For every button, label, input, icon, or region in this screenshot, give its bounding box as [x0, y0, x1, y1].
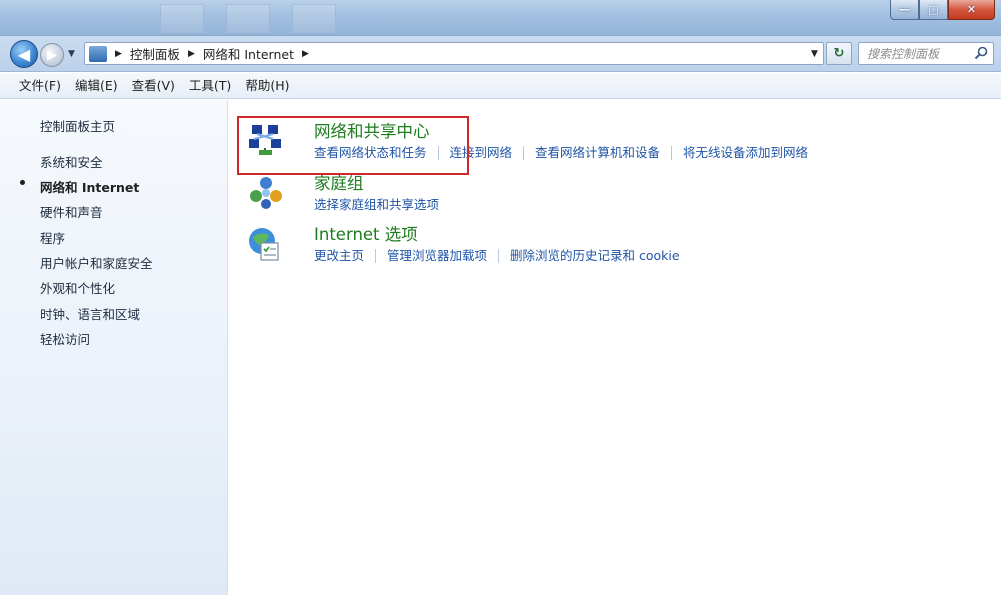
address-history-dropdown[interactable]: ▼	[806, 43, 823, 64]
category-internet-options: Internet 选项 更改主页 管理浏览器加载项 删除浏览的历史记录和 coo…	[247, 225, 987, 265]
menu-help[interactable]: 帮助(H)	[238, 73, 296, 99]
task-separator	[375, 249, 377, 263]
breadcrumb-separator-icon[interactable]: ▶	[302, 49, 309, 59]
sidebar-item-hardware-sound[interactable]: 硬件和声音	[40, 202, 103, 221]
task-separator	[437, 146, 439, 160]
breadcrumb-separator-icon[interactable]: ▶	[188, 49, 195, 59]
breadcrumb-control-panel[interactable]: 控制面板	[130, 44, 180, 63]
minimize-button[interactable]: —	[890, 0, 919, 20]
menu-tools[interactable]: 工具(T)	[182, 73, 238, 99]
maximize-button[interactable]: □	[919, 0, 948, 20]
category-title-network-sharing-center[interactable]: 网络和共享中心	[314, 122, 430, 142]
menu-view[interactable]: 查看(V)	[125, 73, 182, 99]
sidebar	[0, 100, 228, 595]
forward-arrow-icon: ▶	[47, 47, 57, 63]
menu-bar: 文件(F) 编辑(E) 查看(V) 工具(T) 帮助(H)	[0, 73, 1001, 99]
window-controls: — □ ✕	[890, 0, 995, 20]
sidebar-item-system-security[interactable]: 系统和安全	[40, 152, 103, 171]
search-icon[interactable]	[974, 46, 988, 60]
sidebar-item-clock-language[interactable]: 时钟、语言和区域	[40, 304, 140, 323]
task-view-network-computers[interactable]: 查看网络计算机和设备	[535, 145, 660, 161]
thumbnail	[292, 4, 336, 34]
task-links: 查看网络状态和任务 连接到网络 查看网络计算机和设备 将无线设备添加到网络	[314, 145, 808, 161]
forward-button[interactable]: ▶	[40, 43, 64, 67]
back-button[interactable]: ◀	[10, 40, 38, 68]
task-homegroup-sharing-options[interactable]: 选择家庭组和共享选项	[314, 197, 439, 213]
category-homegroup: 家庭组 选择家庭组和共享选项	[247, 174, 987, 214]
sidebar-item-programs[interactable]: 程序	[40, 228, 65, 247]
sidebar-item-appearance[interactable]: 外观和个性化	[40, 278, 115, 297]
title-bar: — □ ✕	[0, 0, 1001, 36]
active-item-bullet-icon	[20, 180, 25, 185]
thumbnail	[160, 4, 204, 34]
refresh-button[interactable]: ↻	[826, 42, 852, 65]
breadcrumb-network-internet[interactable]: 网络和 Internet	[203, 44, 294, 63]
task-separator	[523, 146, 525, 160]
homegroup-icon	[250, 177, 282, 209]
back-arrow-icon: ◀	[17, 44, 31, 64]
task-links: 更改主页 管理浏览器加载项 删除浏览的历史记录和 cookie	[314, 248, 680, 264]
task-separator	[671, 146, 673, 160]
task-connect-to-network[interactable]: 连接到网络	[450, 145, 513, 161]
navigation-bar: ◀ ▶ ▼ ▶ 控制面板 ▶ 网络和 Internet ▶ ▼ ↻	[0, 36, 1001, 72]
sidebar-item-network-internet[interactable]: 网络和 Internet	[40, 177, 139, 196]
sidebar-item-ease-of-access[interactable]: 轻松访问	[40, 329, 90, 348]
sidebar-item-control-panel-home[interactable]: 控制面板主页	[40, 116, 115, 135]
title-bar-thumbnails	[160, 4, 336, 34]
main-content: 网络和共享中心 查看网络状态和任务 连接到网络 查看网络计算机和设备 将无线设备…	[229, 100, 1001, 595]
close-button[interactable]: ✕	[948, 0, 995, 20]
refresh-icon: ↻	[833, 46, 845, 61]
task-delete-browsing-history[interactable]: 删除浏览的历史记录和 cookie	[510, 248, 680, 264]
task-add-wireless-device[interactable]: 将无线设备添加到网络	[683, 145, 808, 161]
recent-pages-dropdown[interactable]: ▼	[68, 49, 75, 59]
category-title-internet-options[interactable]: Internet 选项	[314, 225, 418, 245]
task-view-network-status[interactable]: 查看网络状态和任务	[314, 145, 427, 161]
category-title-homegroup[interactable]: 家庭组	[314, 174, 364, 194]
control-panel-icon	[89, 45, 107, 62]
thumbnail	[226, 4, 270, 34]
sidebar-item-user-accounts[interactable]: 用户帐户和家庭安全	[40, 253, 153, 272]
category-network-sharing-center: 网络和共享中心 查看网络状态和任务 连接到网络 查看网络计算机和设备 将无线设备…	[247, 122, 987, 166]
task-change-home-page[interactable]: 更改主页	[314, 248, 364, 264]
menu-file[interactable]: 文件(F)	[12, 73, 68, 99]
network-sharing-center-icon	[249, 125, 281, 155]
task-separator	[498, 249, 500, 263]
menu-edit[interactable]: 编辑(E)	[68, 73, 125, 99]
internet-options-icon	[249, 228, 279, 261]
task-links: 选择家庭组和共享选项	[314, 197, 439, 213]
chevron-down-icon: ▼	[811, 48, 818, 59]
breadcrumb-separator-icon[interactable]: ▶	[115, 49, 122, 59]
address-bar[interactable]: ▶ 控制面板 ▶ 网络和 Internet ▶ ▼	[84, 42, 824, 65]
task-manage-add-ons[interactable]: 管理浏览器加载项	[387, 248, 487, 264]
